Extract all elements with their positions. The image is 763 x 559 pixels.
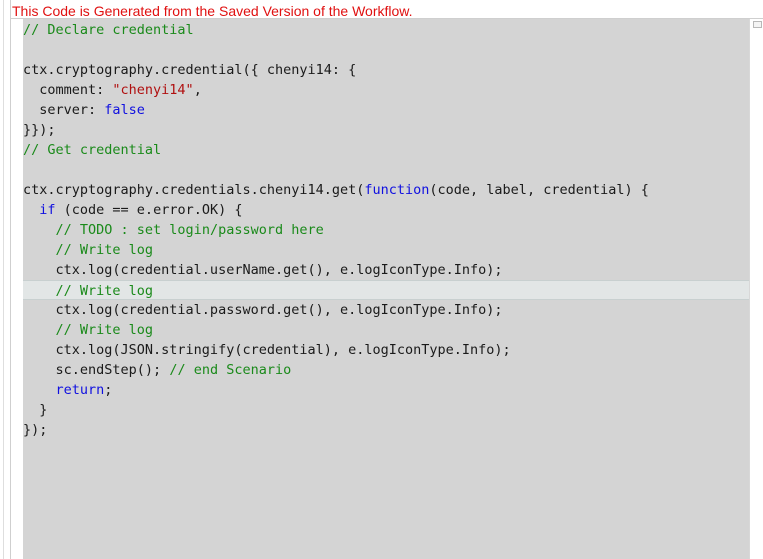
code-line[interactable]: sc.endStep(); // end Scenario	[23, 360, 749, 380]
code-keyword: false	[104, 102, 145, 118]
code-text: ctx.cryptography.credentials.chenyi14.ge…	[23, 182, 365, 198]
code-line[interactable]: }	[23, 400, 749, 420]
editor-gutter	[11, 19, 23, 559]
code-keyword: return	[55, 382, 105, 398]
code-line[interactable]: return;	[23, 380, 749, 400]
code-comment: // Write log	[55, 242, 154, 258]
code-text: }	[23, 402, 48, 418]
code-line[interactable]: // Write log	[23, 240, 749, 260]
code-comment: // Declare credential	[23, 22, 194, 38]
code-line[interactable]: server: false	[23, 100, 749, 120]
code-text: ctx.log(credential.userName.get(), e.log…	[23, 262, 503, 278]
code-text: comment:	[23, 82, 113, 98]
code-line[interactable]: // Write log	[23, 280, 749, 300]
scroll-up-button[interactable]	[753, 21, 762, 28]
code-line[interactable]: ctx.log(JSON.stringify(credential), e.lo…	[23, 340, 749, 360]
code-comment: // Get credential	[23, 142, 162, 158]
code-text: (code, label, credential) {	[429, 182, 649, 198]
code-line[interactable]: // Write log	[23, 320, 749, 340]
code-line[interactable]: });	[23, 420, 749, 440]
left-frame-line	[3, 0, 4, 559]
vertical-scrollbar[interactable]	[749, 19, 763, 559]
code-keyword: if	[39, 202, 56, 218]
code-text: });	[23, 422, 48, 438]
code-line[interactable]: if (code == e.error.OK) {	[23, 200, 749, 220]
code-line[interactable]: comment: "chenyi14",	[23, 80, 749, 100]
code-comment: // Write log	[55, 283, 154, 299]
code-text: ,	[193, 82, 202, 98]
code-line[interactable]: ctx.cryptography.credential({ chenyi14: …	[23, 60, 749, 80]
code-comment: // Write log	[55, 322, 154, 338]
code-line[interactable]: // TODO : set login/password here	[23, 220, 749, 240]
code-line[interactable]: // Get credential	[23, 140, 749, 160]
code-text: }});	[23, 122, 56, 138]
workflow-code-viewer: This Code is Generated from the Saved Ve…	[0, 0, 763, 559]
code-line[interactable]	[23, 40, 749, 60]
code-line[interactable]: ctx.log(credential.password.get(), e.log…	[23, 300, 749, 320]
code-text: server:	[23, 102, 105, 118]
code-comment: // TODO : set login/password here	[55, 222, 324, 238]
code-line[interactable]: }});	[23, 120, 749, 140]
code-line[interactable]: // Declare credential	[23, 20, 749, 40]
code-line[interactable]: ctx.cryptography.credentials.chenyi14.ge…	[23, 180, 749, 200]
code-comment: // end Scenario	[169, 362, 292, 378]
left-frame-border	[0, 0, 11, 559]
code-editor[interactable]: // Declare credential ctx.cryptography.cr…	[23, 19, 749, 559]
code-text: ctx.log(JSON.stringify(credential), e.lo…	[23, 342, 511, 358]
code-keyword: function	[364, 182, 430, 198]
code-text: ctx.log(credential.password.get(), e.log…	[23, 302, 503, 318]
code-text: (code == e.error.OK) {	[55, 202, 243, 218]
code-string: "chenyi14"	[112, 82, 194, 98]
code-text: ctx.cryptography.credential({ chenyi14: …	[23, 62, 357, 78]
code-text: sc.endStep();	[23, 362, 170, 378]
code-line[interactable]: ctx.log(credential.userName.get(), e.log…	[23, 260, 749, 280]
code-line[interactable]	[23, 160, 749, 180]
code-text: ;	[104, 382, 113, 398]
